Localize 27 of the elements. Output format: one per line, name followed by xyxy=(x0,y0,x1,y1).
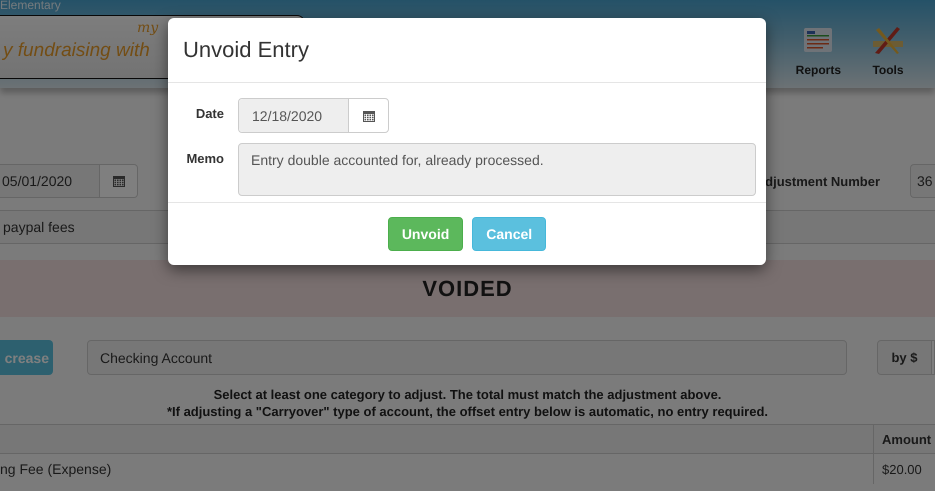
nav-button[interactable]: Reports xyxy=(796,25,841,88)
field-label: Memo xyxy=(185,150,224,168)
account-field[interactable]: Checking Account xyxy=(87,340,847,375)
table-cell: $20.00 xyxy=(873,454,935,484)
instruction-text: *If adjusting a "Carryover" type of account, the offset entry below is automatic, no entry required. xyxy=(166,403,770,420)
field-label: djustment Number xyxy=(765,174,880,188)
calendar-icon xyxy=(362,110,374,122)
report-icon xyxy=(804,28,832,52)
column-header: Amount xyxy=(873,425,935,453)
date-field[interactable]: 05/01/2020 xyxy=(0,165,100,197)
tagline: y fundraising with xyxy=(3,40,151,62)
table-cell-text: ng Fee (Expense) xyxy=(0,460,112,479)
ruler-pencil-icon xyxy=(871,25,905,55)
school-name: Elementary xyxy=(0,0,61,12)
adjustment-number-field[interactable]: 36 xyxy=(910,164,935,198)
date-field[interactable]: 12/18/2020 xyxy=(239,99,349,132)
amount-type-addon: by $ xyxy=(877,340,932,375)
calendar-icon xyxy=(112,175,124,187)
instruction-text: Select at least one category to adjust. The total must match the adjustment above. xyxy=(212,386,722,403)
cancel-button[interactable]: Cancel xyxy=(472,217,546,251)
memo-field[interactable]: Entry double accounted for, already processed. xyxy=(238,143,756,196)
voided-banner: VOIDED xyxy=(0,260,935,317)
unvoid-button[interactable]: Unvoid xyxy=(388,217,464,251)
nav-button[interactable]: Tools xyxy=(871,25,905,88)
dialog-title: Unvoid Entry xyxy=(183,37,309,63)
logo-text: my xyxy=(137,20,160,36)
field-label: Date xyxy=(194,105,224,123)
